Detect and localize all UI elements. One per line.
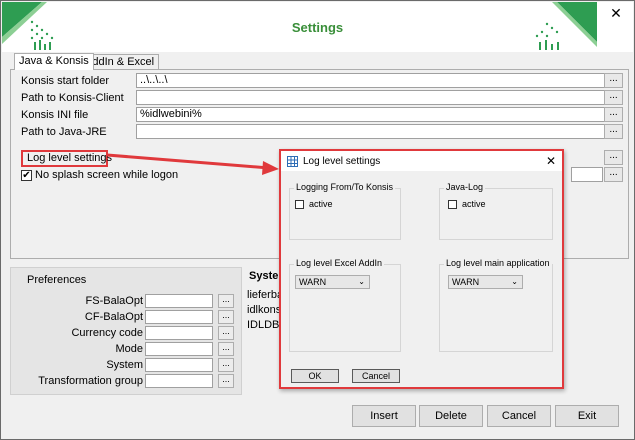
tab-java-konsis[interactable]: Java & Konsis xyxy=(14,53,94,70)
transformation-group-browse-button[interactable]: ... xyxy=(218,374,234,388)
mode-field[interactable] xyxy=(145,342,213,356)
tab-label: Java & Konsis xyxy=(19,55,89,67)
currency-code-field[interactable] xyxy=(145,326,213,340)
konsis-start-folder-browse-button[interactable]: ... xyxy=(604,73,623,88)
konsis-start-folder-field[interactable]: ..\..\..\ xyxy=(136,73,610,88)
dialog-title: Log level settings xyxy=(303,156,381,167)
window-close-button[interactable]: ✕ xyxy=(603,5,629,21)
main-loglevel-select[interactable]: WARN ⌄ xyxy=(448,275,523,289)
logging-group: Logging From/To Konsis active xyxy=(289,182,401,240)
main-loglevel-title: Log level main application xyxy=(444,258,552,268)
excel-loglevel-select[interactable]: WARN ⌄ xyxy=(295,275,370,289)
pref-label: Transformation group xyxy=(38,375,143,387)
close-icon: ✕ xyxy=(610,5,622,21)
konsis-start-folder-label: Konsis start folder xyxy=(21,75,110,87)
hidden-field[interactable] xyxy=(571,167,603,182)
fs-balaopt-field[interactable] xyxy=(145,294,213,308)
header-banner: Settings ✕ xyxy=(2,2,633,52)
log-level-settings-button[interactable]: ... xyxy=(604,150,623,165)
transformation-group-field[interactable] xyxy=(145,374,213,388)
pref-label: Currency code xyxy=(71,327,143,339)
main-loglevel-value: WARN xyxy=(452,277,480,287)
konsis-client-path-browse-button[interactable]: ... xyxy=(604,90,623,105)
system-field[interactable] xyxy=(145,358,213,372)
chevron-down-icon: ⌄ xyxy=(358,277,365,286)
pref-label: FS-BalaOpt xyxy=(85,295,143,307)
grid-icon xyxy=(287,156,298,167)
cf-balaopt-browse-button[interactable]: ... xyxy=(218,310,234,324)
banner-right-graphic xyxy=(535,2,597,50)
log-level-dialog: Log level settings ✕ Logging From/To Kon… xyxy=(279,149,564,389)
list-item[interactable]: lieferba xyxy=(247,289,283,301)
pref-label: CF-BalaOpt xyxy=(84,311,143,323)
excel-loglevel-value: WARN xyxy=(299,277,327,287)
java-jre-path-browse-button[interactable]: ... xyxy=(604,124,623,139)
close-icon: ✕ xyxy=(545,154,556,168)
logging-active-checkbox[interactable] xyxy=(295,200,304,209)
excel-loglevel-group: Log level Excel AddIn WARN ⌄ xyxy=(289,258,401,352)
dialog-cancel-button[interactable]: Cancel xyxy=(352,369,400,383)
java-log-group: Java-Log active xyxy=(439,182,553,240)
currency-code-browse-button[interactable]: ... xyxy=(218,326,234,340)
preferences-title: Preferences xyxy=(27,274,87,286)
java-active-label: active xyxy=(462,199,486,209)
dialog-body: Logging From/To Konsis active Java-Log a… xyxy=(281,171,562,387)
cf-balaopt-field[interactable] xyxy=(145,310,213,324)
no-splash-checkbox[interactable]: ✔ xyxy=(21,170,32,181)
extra-browse-button[interactable]: ... xyxy=(604,167,623,182)
log-level-settings-label: Log level settings xyxy=(21,150,112,167)
chevron-down-icon: ⌄ xyxy=(511,277,518,286)
dialog-close-button[interactable]: ✕ xyxy=(546,154,556,168)
preferences-panel: Preferences FS-BalaOpt ... CF-BalaOpt ..… xyxy=(10,267,242,395)
logging-active-label: active xyxy=(309,199,333,209)
tab-label: AddIn & Excel xyxy=(85,56,155,68)
konsis-client-path-label: Path to Konsis-Client xyxy=(21,92,124,104)
java-active-checkbox[interactable] xyxy=(448,200,457,209)
system-browse-button[interactable]: ... xyxy=(218,358,234,372)
checkmark-icon: ✔ xyxy=(22,170,31,181)
delete-button[interactable]: Delete xyxy=(419,405,483,427)
konsis-ini-file-field[interactable]: %idlwebini% xyxy=(136,107,610,122)
java-jre-path-label: Path to Java-JRE xyxy=(21,126,107,138)
list-item[interactable]: IDLDB xyxy=(247,319,279,331)
logging-group-title: Logging From/To Konsis xyxy=(294,182,396,192)
settings-window: Settings ✕ Java & Konsis AddIn & Excel K… xyxy=(0,0,635,440)
insert-button[interactable]: Insert xyxy=(352,405,416,427)
java-log-group-title: Java-Log xyxy=(444,182,486,192)
no-splash-label: No splash screen while logon xyxy=(35,169,179,181)
pref-label: Mode xyxy=(115,343,143,355)
pref-label: System xyxy=(106,359,143,371)
java-jre-path-field[interactable] xyxy=(136,124,610,139)
fs-balaopt-browse-button[interactable]: ... xyxy=(218,294,234,308)
konsis-ini-file-browse-button[interactable]: ... xyxy=(604,107,623,122)
exit-button[interactable]: Exit xyxy=(555,405,619,427)
dialog-ok-button[interactable]: OK xyxy=(291,369,339,383)
mode-browse-button[interactable]: ... xyxy=(218,342,234,356)
cancel-button[interactable]: Cancel xyxy=(487,405,551,427)
excel-loglevel-title: Log level Excel AddIn xyxy=(294,258,385,268)
main-loglevel-group: Log level main application WARN ⌄ xyxy=(439,258,553,352)
konsis-ini-file-label: Konsis INI file xyxy=(21,109,89,121)
konsis-client-path-field[interactable] xyxy=(136,90,610,105)
